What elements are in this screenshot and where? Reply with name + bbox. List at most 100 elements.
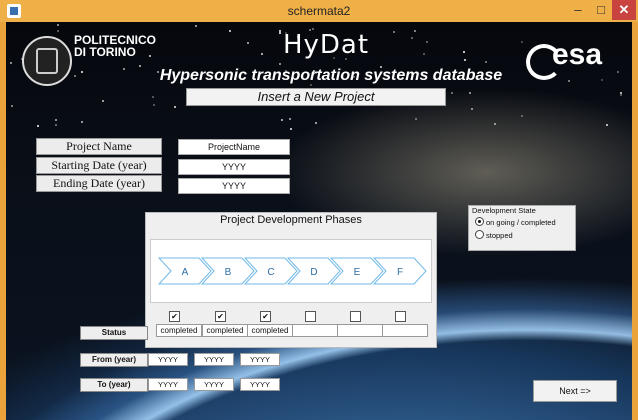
university-name: POLITECNICO DI TORINO <box>74 34 156 58</box>
star-dot <box>410 36 413 39</box>
phase-from-year-input[interactable]: YYYY <box>240 353 280 366</box>
phase-to-year-input[interactable]: YYYY <box>194 378 234 391</box>
project-name-input[interactable]: ProjectName <box>178 139 290 155</box>
phase-arrow-label: C <box>267 267 274 278</box>
star-dot <box>413 30 416 33</box>
phases-title: Project Development Phases <box>220 214 362 226</box>
app-subtitle: Hypersonic transportation systems databa… <box>159 67 503 84</box>
star-dot <box>521 114 524 117</box>
earth-background: POLITECNICO DI TORINO HyDat Hypersonic t… <box>6 22 632 420</box>
starting-date-input[interactable]: YYYY <box>178 159 290 175</box>
star-dot <box>463 51 466 54</box>
from-row-label: From (year) <box>80 353 148 367</box>
radio-selected-icon[interactable] <box>475 217 484 226</box>
star-dot <box>485 60 488 63</box>
esa-logo: esa <box>526 38 626 80</box>
phase-status-field[interactable] <box>337 324 383 337</box>
next-button[interactable]: Next => <box>533 380 617 402</box>
star-dot <box>464 59 467 62</box>
phase-checkbox[interactable]: ✔ <box>260 311 271 322</box>
star-dot <box>73 74 76 77</box>
star-dot <box>101 99 104 102</box>
star-dot <box>228 30 231 33</box>
star-dot <box>11 105 14 108</box>
phase-to-year-input[interactable]: YYYY <box>240 378 280 391</box>
phase-checkbox[interactable]: ✔ <box>215 311 226 322</box>
star-dot <box>281 119 284 122</box>
phase-status-field[interactable]: completed <box>202 324 248 337</box>
to-row-label: To (year) <box>80 378 148 392</box>
app-title: HyDat <box>282 30 370 60</box>
phase-arrow-label: B <box>225 267 232 278</box>
phase-checkbox[interactable] <box>350 311 361 322</box>
star-dot <box>290 128 293 131</box>
star-dot <box>425 40 428 43</box>
phase-from-year-input[interactable]: YYYY <box>148 353 188 366</box>
phase-checkbox[interactable]: ✔ <box>169 311 180 322</box>
star-dot <box>469 92 472 95</box>
star-dot <box>57 29 60 32</box>
development-state-group: Development State on going / completed s… <box>468 205 576 251</box>
phase-arrows-svg: A B C D E F <box>157 257 427 285</box>
star-dot <box>520 40 523 43</box>
phase-arrow-label: D <box>310 267 317 278</box>
star-dot <box>139 65 142 68</box>
development-state-legend: Development State <box>472 206 536 215</box>
window-title: schermata2 <box>287 4 351 18</box>
phase-checkbox[interactable] <box>395 311 406 322</box>
dev-state-option-label: stopped <box>486 231 513 240</box>
dev-state-option-ongoing[interactable]: on going / completed <box>475 217 556 227</box>
phase-status-field[interactable] <box>292 324 338 337</box>
ending-date-label: Ending Date (year) <box>36 175 162 192</box>
star-dot <box>173 106 176 109</box>
phase-arrow-diagram: A B C D E F <box>150 239 432 303</box>
star-dot <box>55 123 58 126</box>
star-dot <box>415 117 418 120</box>
project-name-label: Project Name <box>36 138 162 155</box>
page-header: Insert a New Project <box>186 88 446 106</box>
phase-arrow-label: A <box>182 267 189 278</box>
minimize-button[interactable]: – <box>566 0 590 20</box>
application-window: schermata2 – □ ✕ POLITECNICO DI TORINO H… <box>0 0 638 420</box>
title-bar: schermata2 – □ ✕ <box>0 0 638 22</box>
phase-to-year-input[interactable]: YYYY <box>148 378 188 391</box>
star-dot <box>494 122 497 125</box>
star-dot <box>422 52 425 55</box>
star-dot <box>10 61 13 64</box>
star-dot <box>123 68 126 71</box>
star-dot <box>56 24 59 27</box>
maximize-button[interactable]: □ <box>590 0 612 20</box>
star-dot <box>152 103 155 106</box>
star-dot <box>450 92 453 95</box>
status-row-label: Status <box>80 326 148 340</box>
phase-arrow-label: F <box>397 267 403 278</box>
star-dot <box>567 80 570 83</box>
phase-status-field[interactable] <box>382 324 428 337</box>
star-dot <box>80 70 83 73</box>
dev-state-option-stopped[interactable]: stopped <box>475 230 513 240</box>
star-dot <box>606 123 609 126</box>
star-dot <box>54 118 57 121</box>
polito-seal-logo <box>22 36 72 86</box>
close-button[interactable]: ✕ <box>612 0 636 20</box>
phase-checkbox[interactable] <box>305 311 316 322</box>
star-dot <box>80 120 83 123</box>
star-dot <box>278 63 281 66</box>
star-dot <box>151 95 154 98</box>
phase-arrow-label: E <box>354 267 361 278</box>
esa-logo-text: esa <box>552 38 603 71</box>
phase-status-field[interactable]: completed <box>247 324 293 337</box>
starting-date-label: Starting Date (year) <box>36 157 162 174</box>
star-dot <box>37 125 40 128</box>
star-dot <box>471 108 474 111</box>
star-dot <box>288 117 291 120</box>
phase-status-field[interactable]: completed <box>156 324 202 337</box>
dev-state-option-label: on going / completed <box>486 218 556 227</box>
phases-panel: Project Development Phases A B C D E F ✔ compl… <box>145 212 437 348</box>
ending-date-input[interactable]: YYYY <box>178 178 290 194</box>
star-dot <box>315 121 318 124</box>
radio-unselected-icon[interactable] <box>475 230 484 239</box>
star-dot <box>620 94 623 97</box>
star-dot <box>194 25 197 28</box>
phase-from-year-input[interactable]: YYYY <box>194 353 234 366</box>
